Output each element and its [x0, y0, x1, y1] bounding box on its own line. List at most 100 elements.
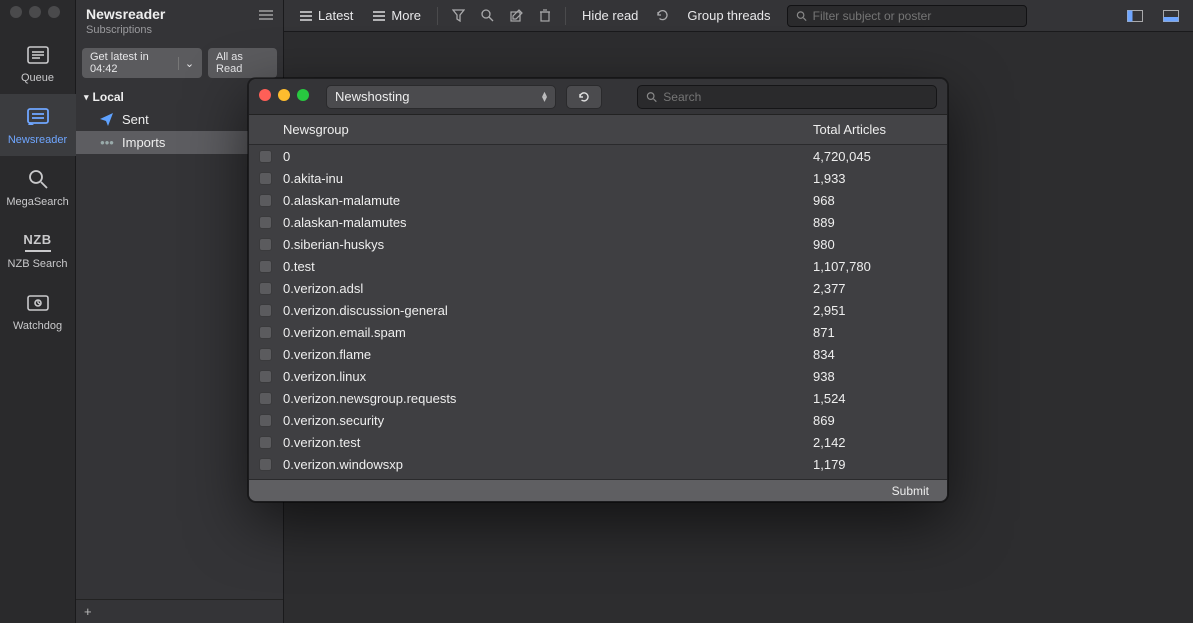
- table-row[interactable]: 04,720,045: [249, 145, 947, 167]
- search-icon: [646, 91, 657, 103]
- row-total: 889: [813, 215, 933, 230]
- row-total: 2,142: [813, 435, 933, 450]
- rail-item-nzbsearch[interactable]: NZB NZB Search: [0, 218, 76, 280]
- refresh-icon[interactable]: [650, 5, 675, 26]
- row-newsgroup: 0.verizon.security: [283, 413, 813, 428]
- paper-plane-icon: [100, 113, 114, 126]
- modal-search-wrap[interactable]: [637, 85, 937, 109]
- table-row[interactable]: 0.verizon.email.spam871: [249, 321, 947, 343]
- sidebar-menu-icon[interactable]: [257, 6, 275, 24]
- table-row[interactable]: 0.alaskan-malamutes889: [249, 211, 947, 233]
- row-checkbox[interactable]: [259, 238, 272, 251]
- sidebar-item-label: Imports: [122, 135, 165, 150]
- rail-label: NZB Search: [8, 258, 68, 270]
- row-checkbox[interactable]: [259, 326, 272, 339]
- sidebar-title: Newsreader: [86, 6, 273, 22]
- updown-icon: ▴▾: [542, 92, 547, 102]
- search-icon: [25, 168, 51, 190]
- row-checkbox[interactable]: [259, 150, 272, 163]
- col-total[interactable]: Total Articles: [813, 122, 933, 137]
- table-row[interactable]: 0.siberian-huskys980: [249, 233, 947, 255]
- row-total: 938: [813, 369, 933, 384]
- more-button[interactable]: More: [365, 4, 429, 27]
- row-total: 1,107,780: [813, 259, 933, 274]
- row-newsgroup: 0.verizon.newsgroup.requests: [283, 391, 813, 406]
- row-newsgroup: 0.test: [283, 259, 813, 274]
- rail-label: Queue: [21, 72, 54, 84]
- more-label: More: [391, 8, 421, 23]
- col-newsgroup[interactable]: Newsgroup: [283, 122, 813, 137]
- provider-select[interactable]: Newshosting ▴▾: [326, 85, 556, 109]
- table-body[interactable]: 04,720,0450.akita-inu1,9330.alaskan-mala…: [249, 145, 947, 479]
- search-icon: [796, 10, 807, 22]
- table-row[interactable]: 0.alaskan-malamute968: [249, 189, 947, 211]
- modal-refresh-button[interactable]: [566, 85, 602, 109]
- latest-label: Latest: [318, 8, 353, 23]
- table-row[interactable]: 0.verizon.security869: [249, 409, 947, 431]
- table-header: Newsgroup Total Articles: [249, 115, 947, 145]
- trash-icon[interactable]: [533, 5, 557, 26]
- row-checkbox[interactable]: [259, 216, 272, 229]
- submit-button[interactable]: Submit: [892, 484, 929, 498]
- panel-left-icon[interactable]: [1121, 6, 1149, 26]
- row-checkbox[interactable]: [259, 194, 272, 207]
- row-checkbox[interactable]: [259, 458, 272, 471]
- row-checkbox[interactable]: [259, 304, 272, 317]
- sidebar-add-button[interactable]: +: [76, 599, 283, 623]
- row-checkbox[interactable]: [259, 436, 272, 449]
- row-newsgroup: 0.verizon.flame: [283, 347, 813, 362]
- table-row[interactable]: 0.verizon.newsgroup.requests1,524: [249, 387, 947, 409]
- filter-input[interactable]: [813, 9, 1018, 23]
- table-row[interactable]: 0.verizon.windowsxp1,179: [249, 453, 947, 475]
- table-row[interactable]: 0.akita-inu1,933: [249, 167, 947, 189]
- modal-traffic-lights[interactable]: [259, 89, 316, 104]
- chevron-down-icon: ⌄: [178, 57, 194, 70]
- row-checkbox[interactable]: [259, 414, 272, 427]
- row-newsgroup: 0.verizon.adsl: [283, 281, 813, 296]
- panel-bottom-icon[interactable]: [1157, 6, 1185, 26]
- row-checkbox[interactable]: [259, 392, 272, 405]
- row-checkbox[interactable]: [259, 260, 272, 273]
- all-read-label: All as Read: [216, 51, 269, 75]
- row-checkbox[interactable]: [259, 282, 272, 295]
- table-row[interactable]: 0.test1,107,780: [249, 255, 947, 277]
- search-icon[interactable]: [475, 5, 500, 26]
- row-checkbox[interactable]: [259, 370, 272, 383]
- row-total: 2,951: [813, 303, 933, 318]
- rail-label: Newsreader: [8, 134, 67, 146]
- modal-search-input[interactable]: [663, 90, 928, 104]
- row-newsgroup: 0.verizon.windowsxp: [283, 457, 813, 472]
- rail-item-queue[interactable]: Queue: [0, 32, 76, 94]
- table-row[interactable]: 0.verizon.linux938: [249, 365, 947, 387]
- row-total: 869: [813, 413, 933, 428]
- row-newsgroup: 0.siberian-huskys: [283, 237, 813, 252]
- filter-input-wrap[interactable]: [787, 5, 1027, 27]
- hide-read-button[interactable]: Hide read: [574, 4, 646, 27]
- group-threads-button[interactable]: Group threads: [679, 4, 778, 27]
- watchdog-icon: [25, 292, 51, 314]
- table-row[interactable]: 0.verizon.adsl2,377: [249, 277, 947, 299]
- latest-button[interactable]: Latest: [292, 4, 361, 27]
- rail-item-megasearch[interactable]: MegaSearch: [0, 156, 76, 218]
- all-as-read-button[interactable]: All as Read: [208, 48, 277, 78]
- rail-item-newsreader[interactable]: Newsreader: [0, 94, 76, 156]
- window-traffic-lights[interactable]: [10, 6, 60, 18]
- sidebar-subtitle: Subscriptions: [86, 24, 273, 36]
- get-latest-label: Get latest in 04:42: [90, 51, 173, 75]
- table-row[interactable]: 0.verizon.discussion-general2,951: [249, 299, 947, 321]
- nzb-icon: NZB: [25, 230, 51, 252]
- dots-icon: •••: [100, 135, 114, 150]
- rail-label: MegaSearch: [6, 196, 68, 208]
- row-total: 968: [813, 193, 933, 208]
- compose-icon[interactable]: [504, 5, 529, 26]
- funnel-icon[interactable]: [446, 5, 471, 26]
- row-checkbox[interactable]: [259, 172, 272, 185]
- row-total: 4,720,045: [813, 149, 933, 164]
- newsreader-icon: [25, 106, 51, 128]
- table-row[interactable]: 0.verizon.test2,142: [249, 431, 947, 453]
- rail-item-watchdog[interactable]: Watchdog: [0, 280, 76, 342]
- table-row[interactable]: 0.verizon.flame834: [249, 343, 947, 365]
- row-checkbox[interactable]: [259, 348, 272, 361]
- row-total: 1,524: [813, 391, 933, 406]
- get-latest-button[interactable]: Get latest in 04:42 ⌄: [82, 48, 202, 78]
